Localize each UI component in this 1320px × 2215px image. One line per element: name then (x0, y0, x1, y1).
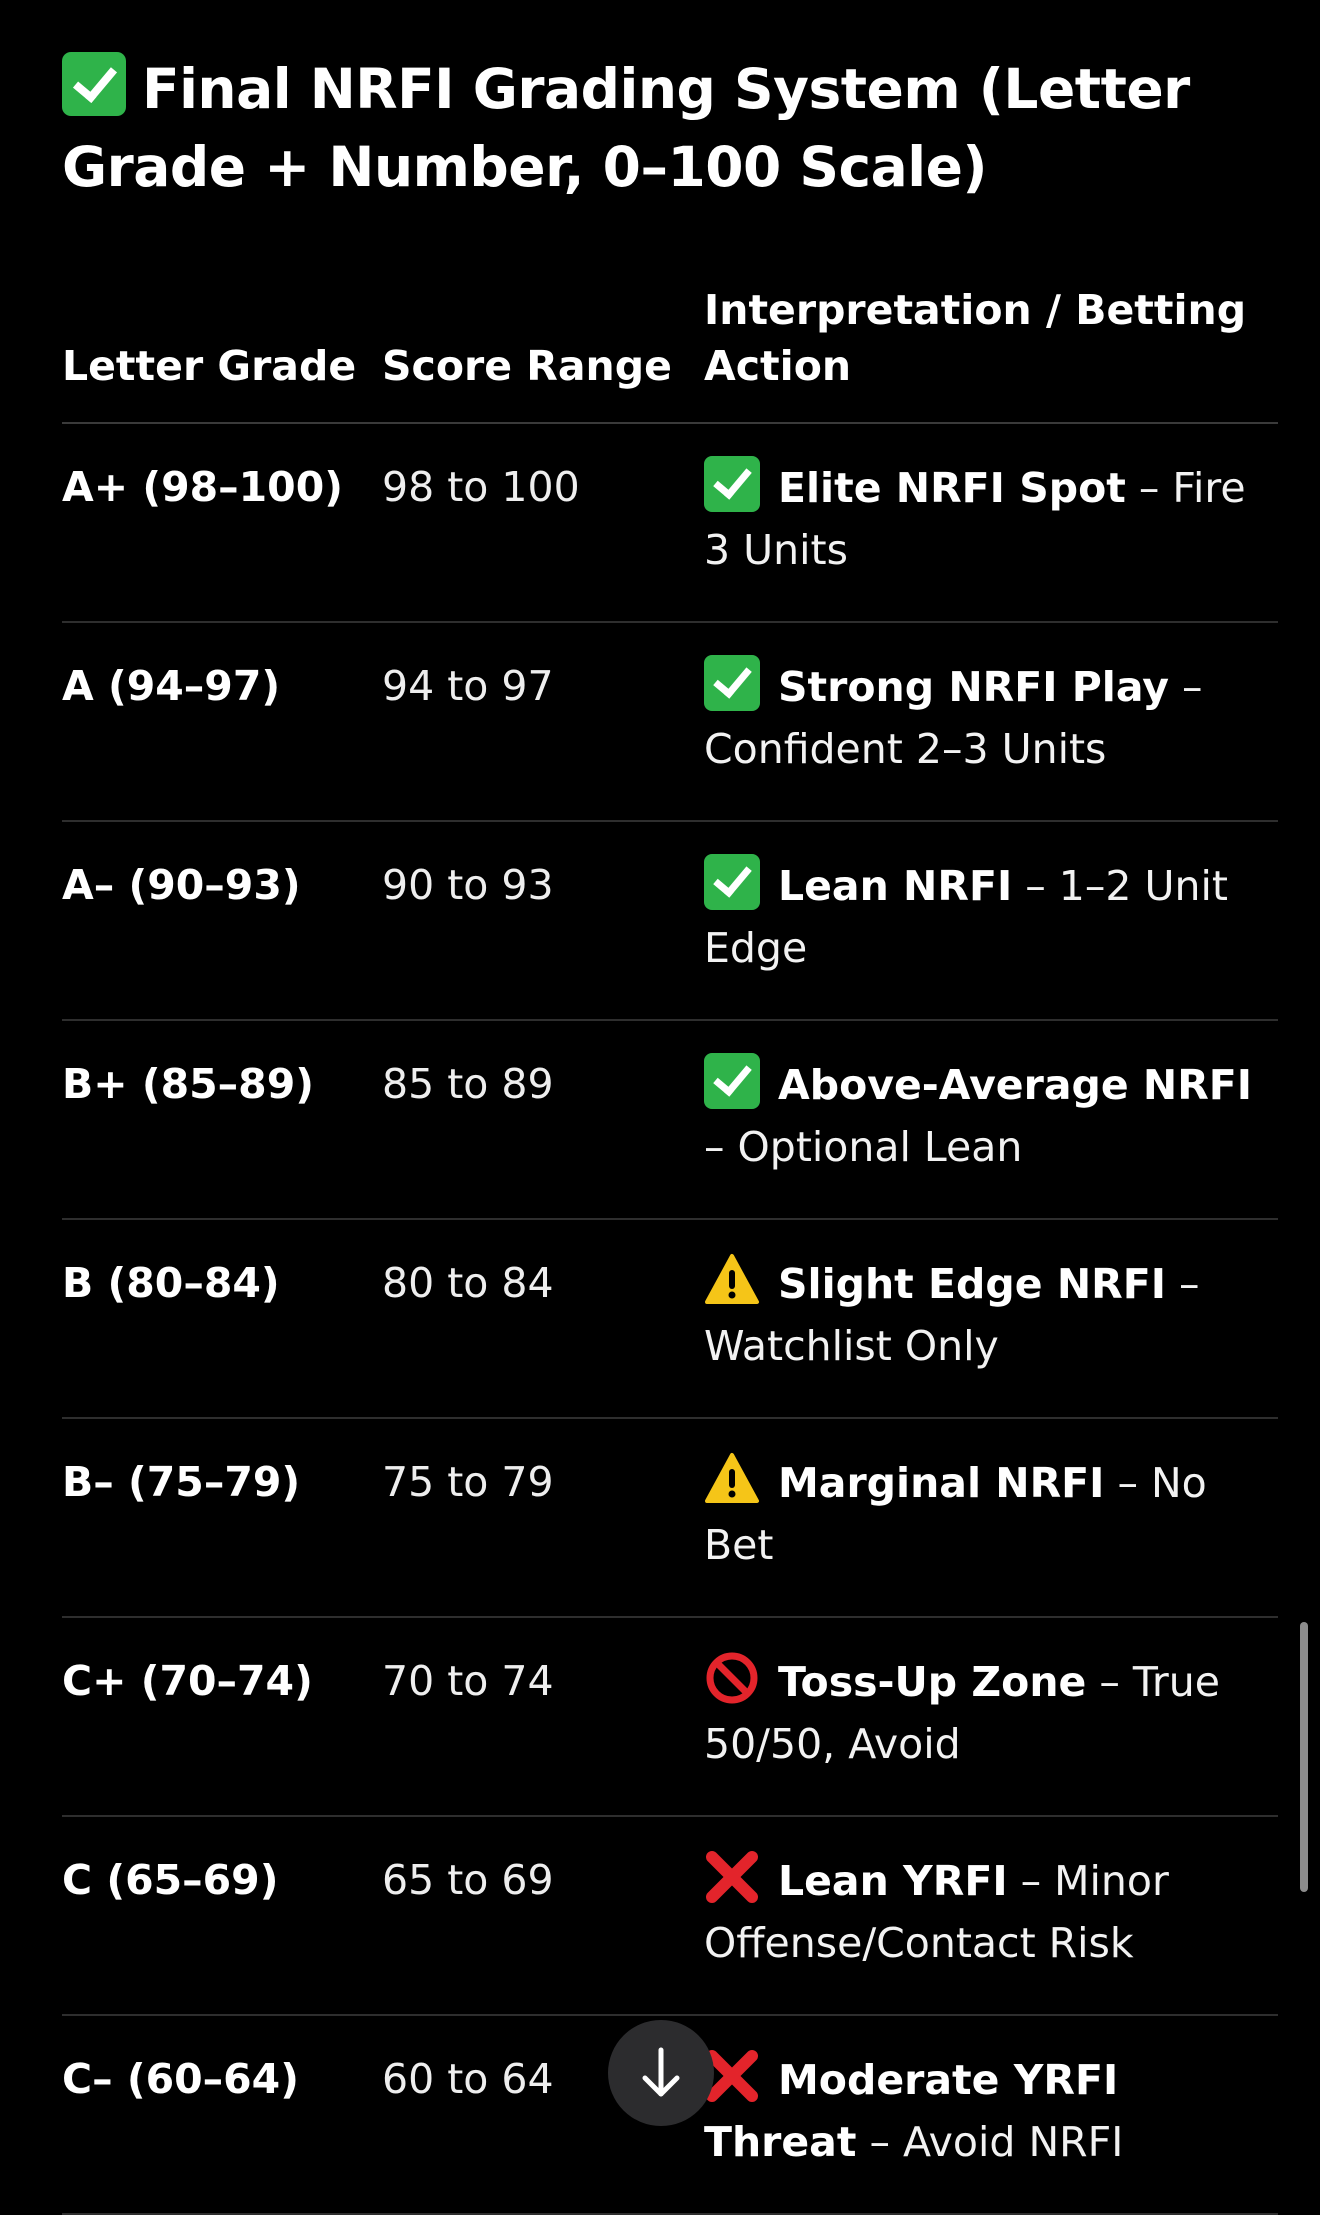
content-area: Final NRFI Grading System (Letter Grade … (62, 50, 1278, 2215)
column-header-score-range: Score Range (382, 282, 704, 424)
interpretation-cell: Marginal NRFI – No Bet (704, 1418, 1278, 1618)
letter-grade-cell: C (65–69) (62, 1816, 382, 2016)
letter-grade-cell: A (94–97) (62, 622, 382, 822)
check-mark-button-icon (62, 52, 126, 116)
page-title: Final NRFI Grading System (Letter Grade … (62, 50, 1278, 206)
warning-icon (704, 1451, 760, 1507)
table-header-row: Letter Grade Score Range Interpretation … (62, 282, 1278, 424)
interpretation-cell: Above-Average NRFI – Optional Lean (704, 1020, 1278, 1220)
cross-mark-icon (704, 1849, 760, 1905)
vertical-scrollbar[interactable] (1300, 1622, 1308, 1892)
interpretation-title: Elite NRFI Spot (778, 464, 1126, 512)
arrow-down-icon (642, 2047, 680, 2097)
interpretation-detail: – Avoid NRFI (856, 2118, 1124, 2166)
interpretation-title: Strong NRFI Play (778, 663, 1169, 711)
letter-grade-cell: B (80–84) (62, 1219, 382, 1419)
interpretation-title: Lean NRFI (778, 862, 1013, 910)
letter-grade-cell: B+ (85–89) (62, 1020, 382, 1220)
letter-grade-cell: B– (75–79) (62, 1418, 382, 1618)
score-range-cell: 65 to 69 (382, 1816, 704, 2016)
interpretation-title: Slight Edge NRFI (778, 1260, 1166, 1308)
letter-grade-cell: A– (90–93) (62, 821, 382, 1021)
interpretation-detail: – Optional Lean (704, 1123, 1023, 1171)
column-header-interpretation: Interpretation / Betting Action (704, 282, 1278, 424)
interpretation-cell: Lean NRFI – 1–2 Unit Edge (704, 821, 1278, 1021)
interpretation-cell: Lean YRFI – Minor Offense/Contact Risk (704, 1816, 1278, 2016)
interpretation-title: Above-Average NRFI (778, 1061, 1253, 1109)
prohibited-icon (704, 1650, 760, 1706)
warning-icon (704, 1252, 760, 1308)
interpretation-cell: Slight Edge NRFI – Watchlist Only (704, 1219, 1278, 1419)
letter-grade-cell: C– (60–64) (62, 2015, 382, 2215)
interpretation-title: Marginal NRFI (778, 1459, 1105, 1507)
score-range-cell: 70 to 74 (382, 1617, 704, 1817)
score-range-cell: 98 to 100 (382, 423, 704, 623)
table-row: A+ (98–100) 98 to 100 Elite NRFI Spot – Fi… (62, 423, 1278, 623)
column-header-letter-grade: Letter Grade (62, 282, 382, 424)
score-range-cell: 90 to 93 (382, 821, 704, 1021)
check-mark-button-icon (704, 854, 760, 910)
score-range-cell: 94 to 97 (382, 622, 704, 822)
grading-table: Letter Grade Score Range Interpretation … (62, 282, 1278, 2215)
score-range-cell: 85 to 89 (382, 1020, 704, 1220)
letter-grade-cell: A+ (98–100) (62, 423, 382, 623)
table-row: A (94–97) 94 to 97 Strong NRFI Play – Conf… (62, 622, 1278, 822)
check-mark-button-icon (704, 1053, 760, 1109)
score-range-cell: 75 to 79 (382, 1418, 704, 1618)
letter-grade-cell: C+ (70–74) (62, 1617, 382, 1817)
table-row: B+ (85–89) 85 to 89 Above-Average NRFI – O… (62, 1020, 1278, 1220)
table-row: C (65–69) 65 to 69 Lean YRFI – Minor Offen… (62, 1816, 1278, 2016)
interpretation-cell: Toss-Up Zone – True 50/50, Avoid (704, 1617, 1278, 1817)
score-range-cell: 80 to 84 (382, 1219, 704, 1419)
interpretation-cell: Moderate YRFI Threat – Avoid NRFI (704, 2015, 1278, 2215)
table-row: A– (90–93) 90 to 93 Lean NRFI – 1–2 Unit E… (62, 821, 1278, 1021)
check-mark-button-icon (704, 456, 760, 512)
table-row: B (80–84) 80 to 84 Slight Edge NRFI – Watc… (62, 1219, 1278, 1419)
check-mark-button-icon (704, 655, 760, 711)
interpretation-cell: Elite NRFI Spot – Fire 3 Units (704, 423, 1278, 623)
scroll-to-bottom-button[interactable] (608, 2020, 714, 2126)
table-row: C+ (70–74) 70 to 74 Toss-Up Zone – True 50… (62, 1617, 1278, 1817)
page-title-text: Final NRFI Grading System (Letter Grade … (62, 57, 1190, 199)
interpretation-cell: Strong NRFI Play – Confident 2–3 Units (704, 622, 1278, 822)
table-row: B– (75–79) 75 to 79 Marginal NRFI – No Bet (62, 1418, 1278, 1618)
interpretation-title: Toss-Up Zone (778, 1658, 1087, 1706)
interpretation-title: Lean YRFI (778, 1857, 1008, 1905)
